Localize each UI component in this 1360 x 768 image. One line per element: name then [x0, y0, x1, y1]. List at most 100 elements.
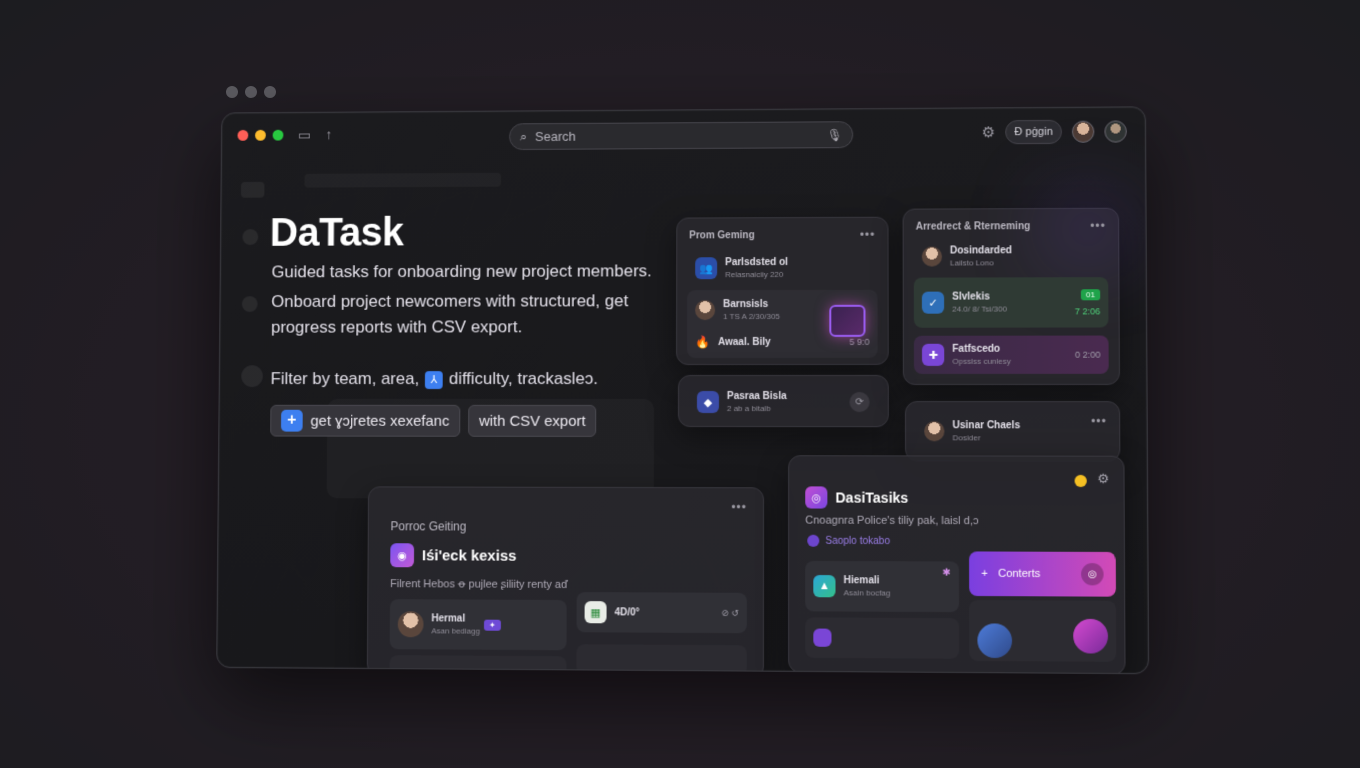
puzzle-icon: ✚: [921, 343, 945, 366]
member-avatar: [397, 611, 424, 638]
item-title: Slvlekis: [952, 291, 990, 303]
filter-text-suffix: difficulty, trackasleɔ.: [448, 369, 599, 389]
item-title: Parlsdsted ol: [725, 257, 788, 269]
item-subtitle: Asain bocfag: [843, 588, 891, 598]
maximize-window-button[interactable]: [272, 129, 284, 141]
link-icon: [807, 534, 820, 547]
item-subtitle: 1 TS A 2/30/305: [723, 311, 780, 322]
card-title: Prom Geming: [689, 230, 755, 242]
app-logo-icon: ◎: [805, 486, 828, 509]
image-icon: [829, 304, 866, 337]
avatar: [1073, 618, 1109, 654]
list-item[interactable]: [805, 617, 960, 659]
more-options-icon[interactable]: •••: [1091, 414, 1107, 428]
more-options-icon[interactable]: •••: [731, 500, 747, 514]
more-options-icon[interactable]: •••: [860, 228, 876, 242]
list-item[interactable]: Hermal Asan bediagg ✦: [389, 599, 567, 651]
list-item[interactable]: [389, 655, 567, 675]
check-icon: ✓: [921, 291, 945, 314]
more-options-icon[interactable]: •••: [1090, 219, 1106, 233]
hero-filter-line: Filter by team, area, ⅄ difficulty, tracka…: [271, 369, 598, 389]
list-item[interactable]: ▲ Hiemali Asain bocfag ✱: [805, 560, 960, 613]
task-app-icon: ◉: [390, 543, 415, 568]
datasks-card: ⚙ ◎ DasiTasiks Cnoagnra Police's tiliy p…: [788, 455, 1126, 675]
list-item[interactable]: ▦ 4D/0° ⊘ ↺: [576, 592, 747, 634]
second-user-avatar[interactable]: [1104, 120, 1127, 143]
card-heading: DasiTasiks: [835, 489, 909, 506]
status-dot: [1074, 474, 1087, 488]
member-avatar: [924, 421, 945, 442]
account-area: ⚙ Ð pġgin: [982, 119, 1127, 145]
link-icon[interactable]: ⊘ ↺: [721, 607, 739, 618]
user-chats-card: Usinar Chaels Dosider •••: [904, 401, 1121, 462]
list-item[interactable]: Usinar Chaels Dosider: [916, 414, 1109, 448]
microphone-icon[interactable]: 🎙: [827, 128, 842, 142]
secondary-card: ◆ Pasraa Bisla 2 ab a bitalb ⟳: [677, 374, 889, 428]
login-button[interactable]: Ð pġgin: [1005, 119, 1062, 145]
csv-export-button[interactable]: with CSV export: [468, 404, 597, 437]
ghost-nav-icon: [241, 365, 263, 388]
list-item[interactable]: [576, 644, 747, 675]
search-bar[interactable]: ⌕ Search 🎙: [509, 121, 854, 151]
list-item[interactable]: [969, 600, 1117, 662]
sample-link[interactable]: Saoplo tokabo: [807, 534, 890, 547]
csv-export-label: with CSV export: [478, 412, 586, 430]
star-badge-icon: ✦: [483, 619, 501, 631]
ghost-nav-icon: [241, 296, 258, 312]
hero-chips: + get ɣɔjretes xexefanc with CSV export: [270, 404, 597, 437]
list-item[interactable]: 👥 Parlsdsted ol Relasnaiciiy 220: [687, 250, 877, 286]
list-item[interactable]: Barnsisls 1 TS A 2/30/305 🔥 Awaal. Bily …: [687, 289, 878, 359]
hero-description-line2: progress reports with CSV export.: [270, 317, 523, 337]
card-heading: Iśi'eck kexiss: [421, 546, 517, 565]
list-item[interactable]: ◆ Pasraa Bisla 2 ab a bitalb ⟳: [689, 386, 878, 418]
calendar-icon: ▦: [584, 601, 607, 624]
item-title: Hermal: [431, 613, 466, 625]
search-input[interactable]: Search: [535, 129, 576, 144]
user-avatar[interactable]: [1071, 120, 1095, 143]
close-window-button[interactable]: [237, 129, 249, 141]
sample-link-label: Saoplo tokabo: [825, 535, 890, 547]
background-window-controls: [226, 86, 276, 98]
onboarding-card: ••• Porroc Geiting ◉ Iśi'eck kexiss Filr…: [366, 486, 765, 675]
flame-icon: 🔥: [695, 335, 711, 350]
item-subtitle: Dosider: [952, 433, 981, 443]
team-icon: 👥: [695, 257, 718, 280]
item-subtitle: Asan bediagg: [431, 626, 480, 636]
member-avatar: [695, 300, 716, 321]
star-icon: ✱: [942, 567, 951, 579]
item-subtitle: 2 ab a bitalb: [726, 404, 771, 414]
get-started-label: get ɣɔjretes xexefanc: [310, 412, 450, 430]
minimize-window-button[interactable]: [255, 129, 266, 141]
hero-tagline: Guided tasks for onboarding new project …: [271, 261, 652, 282]
settings-icon[interactable]: ⚙: [982, 123, 996, 141]
search-icon: ⌕: [519, 128, 528, 144]
share-icon[interactable]: ↑: [325, 126, 332, 142]
app-window: ▭ ↑ ⌕ Search 🎙 ⚙ Ð pġgin DaTask Guided t…: [216, 106, 1150, 675]
list-item[interactable]: ✚ Fatfscedo Opsslss cunlesy 0 2:00: [913, 335, 1109, 374]
card-description: Cnoagnra Police's tiliy pak, laisl d,ɔ: [805, 514, 979, 528]
progress-card: Prom Geming ••• 👥 Parlsdsted ol Relasnai…: [676, 216, 889, 366]
plus-icon: +: [280, 409, 303, 432]
link-icon[interactable]: ⟳: [849, 392, 870, 413]
item-title: Dosindarded: [950, 245, 1012, 257]
hero-description-line1: Onboard project newcomers with structure…: [271, 291, 629, 311]
item-subtitle: Relasnaiciiy 220: [725, 269, 784, 280]
item-title: Fatfscedo: [952, 343, 1001, 355]
card-title: Arredrect & Rterneming: [915, 221, 1031, 233]
ghost-nav-icon: [242, 229, 259, 245]
contents-button[interactable]: + Conterts ◎: [969, 551, 1116, 597]
item-title: Usinar Chaels: [952, 420, 1021, 432]
plus-icon: +: [981, 567, 988, 580]
settings-icon[interactable]: ⚙: [1097, 471, 1109, 487]
avatar: [977, 623, 1013, 659]
get-started-button[interactable]: + get ɣɔjretes xexefanc: [270, 404, 461, 437]
list-item[interactable]: ✓ Slvlekis 24.0/ 8/ Tsi/300 01 7 2:06: [913, 277, 1109, 328]
titlebar: ▭ ↑ ⌕ Search 🎙 ⚙ Ð pġgin: [222, 107, 1145, 160]
sidebar-toggle-icon[interactable]: ▭: [298, 127, 311, 144]
item-value: 5 9:0: [849, 336, 870, 347]
item-title: Barnsisls: [723, 298, 769, 311]
item-value: 7 2:06: [1074, 305, 1101, 316]
list-item[interactable]: Dosindarded Lailsto Lono: [914, 239, 1108, 274]
chart-icon: ▲: [813, 575, 836, 598]
traffic-lights: [237, 129, 284, 141]
